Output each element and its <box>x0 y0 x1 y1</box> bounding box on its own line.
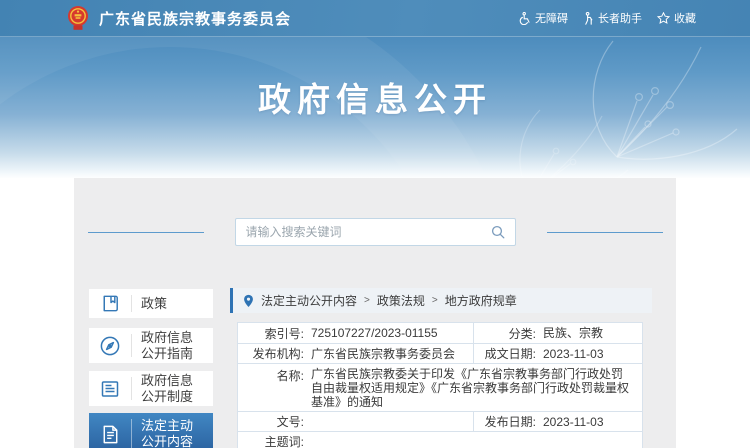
star-icon <box>657 12 670 24</box>
table-row: 主题词: <box>238 431 642 448</box>
breadcrumb-item[interactable]: 政策法规 <box>377 292 425 309</box>
accessibility-label: 无障碍 <box>535 13 568 25</box>
breadcrumb: 法定主动公开内容 > 政策法规 > 地方政府规章 <box>230 288 652 313</box>
field-label: 发布日期: <box>484 415 536 429</box>
field-value: 广东省民族宗教委关于印发《广东省宗教事务部门行政处罚自由裁量权适用规定》《广东省… <box>311 367 630 409</box>
sidebar-item-disclosure-system[interactable]: 政府信息公开制度 <box>89 371 213 406</box>
national-emblem-icon <box>66 5 90 31</box>
table-cell-document-number: 文号: <box>238 412 473 431</box>
elder-assistant-label: 长者助手 <box>598 13 642 25</box>
sidebar-item-label: 政府信息公开指南 <box>141 329 194 361</box>
field-label: 分类: <box>508 326 536 341</box>
field-label: 发布机构: <box>252 347 304 361</box>
breadcrumb-item[interactable]: 法定主动公开内容 <box>261 292 357 309</box>
favorite-label: 收藏 <box>674 13 696 25</box>
banner: 政府信息公开 <box>0 37 750 178</box>
sidebar-item-label: 法定主动公开内容 <box>141 418 194 448</box>
topbar-links: 无障碍 长者助手 收藏 <box>519 10 696 26</box>
accessibility-link[interactable]: 无障碍 <box>519 10 568 26</box>
wheelchair-icon <box>519 11 530 25</box>
page-title: 政府信息公开 <box>258 81 492 118</box>
detail-table: 索引号: 725107227/2023-01155 分类: 民族、宗教 发布机构… <box>237 322 643 448</box>
site-title: 广东省民族宗教事务委员会 <box>99 10 292 28</box>
decorative-line-left <box>87 231 204 233</box>
table-cell-index-number: 索引号: 725107227/2023-01155 <box>238 323 473 343</box>
field-value: 2023-11-03 <box>543 414 604 429</box>
field-label: 成文日期: <box>484 347 536 361</box>
table-cell-publish-date: 发布日期: 2023-11-03 <box>473 412 642 431</box>
field-value: 725107227/2023-01155 <box>311 326 438 340</box>
breadcrumb-separator: > <box>431 295 438 306</box>
sidebar-item-label: 政府信息公开制度 <box>141 372 194 404</box>
breadcrumb-separator: > <box>364 295 370 306</box>
topbar: 广东省民族宗教事务委员会 无障碍 长者助手 收藏 <box>0 0 750 37</box>
search-section <box>74 218 676 246</box>
sidebar-item-label: 政策 <box>141 295 168 311</box>
field-value: 广东省民族宗教事务委员会 <box>311 346 456 361</box>
favorite-link[interactable]: 收藏 <box>657 10 696 26</box>
sidebar-item-disclosure-guide[interactable]: 政府信息公开指南 <box>89 328 213 363</box>
field-label: 文号: <box>276 415 304 429</box>
search-input[interactable] <box>245 225 491 239</box>
book-icon <box>89 292 131 315</box>
elder-icon <box>585 11 593 25</box>
table-row: 索引号: 725107227/2023-01155 分类: 民族、宗教 <box>238 323 642 343</box>
field-label: 名称: <box>276 369 304 383</box>
table-cell-keywords: 主题词: <box>238 432 642 448</box>
table-cell-written-date: 成文日期: 2023-11-03 <box>473 344 642 363</box>
table-cell-issuing-agency: 发布机构: 广东省民族宗教事务委员会 <box>238 344 473 363</box>
page: 广东省民族宗教事务委员会 无障碍 长者助手 收藏 政府信息公开 请输入搜索关键词… <box>0 0 750 448</box>
table-row: 发布机构: 广东省民族宗教事务委员会 成文日期: 2023-11-03 <box>238 343 642 363</box>
table-cell-category: 分类: 民族、宗教 <box>473 323 642 343</box>
document-icon <box>89 423 131 446</box>
field-value: 民族、宗教 <box>543 326 604 340</box>
location-pin-icon <box>243 294 254 308</box>
search-box <box>234 218 516 246</box>
content-card: 政策 政府信息公开指南 <box>74 178 676 448</box>
field-value: 2023-11-03 <box>543 346 604 361</box>
field-label: 索引号: <box>264 326 304 341</box>
decorative-line-right <box>546 231 663 233</box>
document-list-icon <box>89 377 131 401</box>
search-icon[interactable] <box>491 225 505 239</box>
table-row: 文号: 发布日期: 2023-11-03 <box>238 411 642 431</box>
sidebar-item-policy[interactable]: 政策 <box>89 289 213 318</box>
breadcrumb-item[interactable]: 地方政府规章 <box>445 292 517 309</box>
field-label: 主题词: <box>264 435 304 448</box>
sidebar-item-statutory-disclosure[interactable]: 法定主动公开内容 <box>89 413 213 448</box>
table-cell-title: 名称: 广东省民族宗教委关于印发《广东省宗教事务部门行政处罚自由裁量权适用规定》… <box>238 364 642 411</box>
elder-assistant-link[interactable]: 长者助手 <box>583 10 642 26</box>
compass-icon <box>89 334 131 358</box>
table-row: 名称: 广东省民族宗教委关于印发《广东省宗教事务部门行政处罚自由裁量权适用规定》… <box>238 363 642 411</box>
